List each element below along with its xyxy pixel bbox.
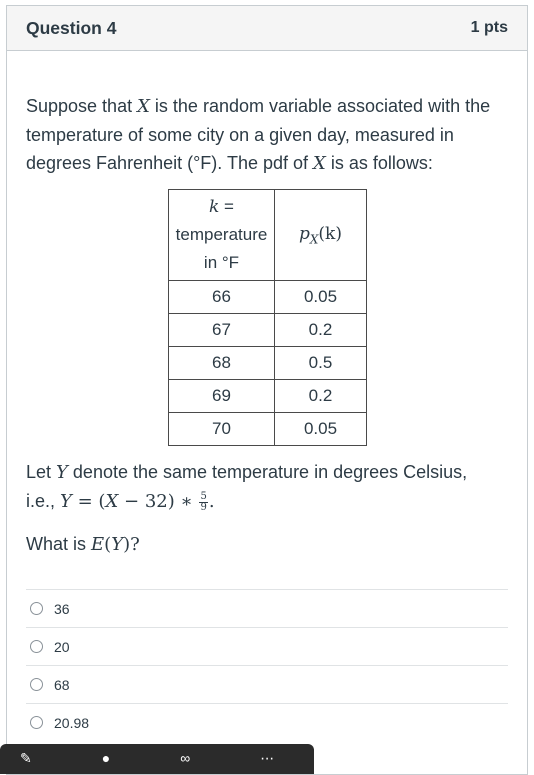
table-row: 66 0.05 — [168, 280, 367, 314]
table-cell-k: 66 — [168, 280, 275, 314]
table-header-row: k = temperature in °F pX(k) — [168, 189, 367, 281]
question-header: Question 4 1 pts — [7, 6, 527, 51]
radio-button[interactable] — [30, 640, 43, 653]
more-icon[interactable]: ⋯ — [260, 750, 274, 767]
floating-toolbar: ✎ ● ∞ ⋯ — [0, 744, 314, 774]
answer-option[interactable]: 36 — [26, 589, 508, 627]
table-cell-p: 0.2 — [274, 379, 367, 413]
table-row: 68 0.5 — [168, 346, 367, 380]
answer-option[interactable]: 20 — [26, 627, 508, 665]
table-cell-k: 69 — [168, 379, 275, 413]
question-body: Suppose that X is the random variable as… — [26, 92, 512, 555]
table-row: 67 0.2 — [168, 313, 367, 347]
table-cell-p: 0.5 — [274, 346, 367, 380]
question-points: 1 pts — [470, 19, 508, 36]
answer-option[interactable]: 68 — [26, 665, 508, 703]
answer-option[interactable]: 20.98 — [26, 703, 508, 741]
question-let-text: Let Y denote the same temperature in deg… — [26, 462, 468, 513]
table-row: 70 0.05 — [168, 412, 367, 446]
question-card: Question 4 1 pts Suppose that X is the r… — [6, 5, 528, 775]
question-intro: Suppose that X is the random variable as… — [26, 96, 491, 174]
table-row: 69 0.2 — [168, 379, 367, 413]
table-cell-p: 0.2 — [274, 313, 367, 347]
answer-label: 20 — [54, 638, 70, 655]
answer-label: 36 — [54, 600, 70, 617]
pin-icon[interactable]: ● — [102, 750, 110, 766]
pencil-icon[interactable]: ✎ — [20, 750, 32, 767]
table-cell-k: 70 — [168, 412, 275, 446]
link-icon[interactable]: ∞ — [180, 750, 190, 766]
table-cell-k: 67 — [168, 313, 275, 347]
table-cell-p: 0.05 — [274, 412, 367, 446]
radio-button[interactable] — [30, 602, 43, 615]
table-cell-k: 68 — [168, 346, 275, 380]
question-title: Question 4 — [26, 17, 117, 38]
question-prompt: What is E(Y)? — [26, 534, 140, 555]
table-cell-p: 0.05 — [274, 280, 367, 314]
radio-button[interactable] — [30, 716, 43, 729]
answer-label: 20.98 — [54, 714, 90, 731]
column-header-k: k = temperature in °F — [168, 189, 275, 281]
column-header-pk: pX(k) — [274, 189, 367, 281]
fraction: 59 — [199, 490, 208, 513]
radio-button[interactable] — [30, 678, 43, 691]
answer-list: 36 20 68 20.98 — [26, 589, 508, 741]
pdf-table: k = temperature in °F pX(k) 66 0.05 67 0… — [168, 189, 367, 446]
answer-label: 68 — [54, 676, 70, 693]
